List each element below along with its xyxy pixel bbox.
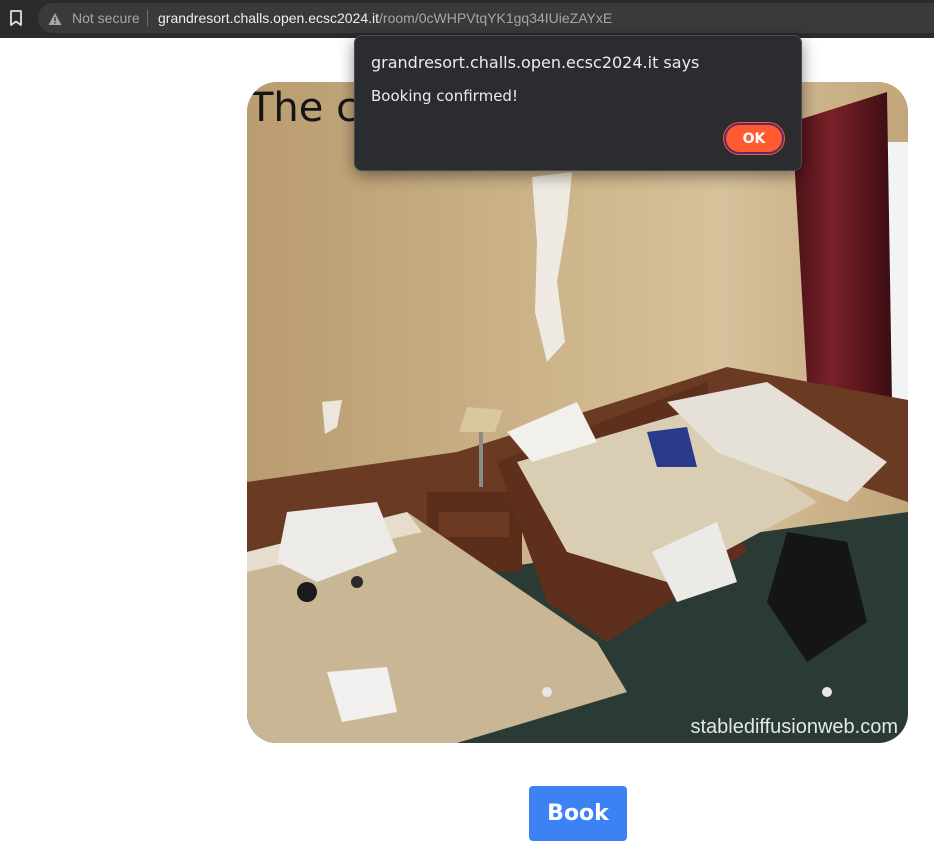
url-host: grandresort.challs.open.ecsc2024.it — [158, 10, 380, 26]
url-path: /room/0cWHPVtqYK1gq34IUieZAYxE — [379, 10, 613, 26]
address-separator — [147, 10, 148, 26]
room-illustration — [247, 82, 908, 743]
dialog-title: grandresort.challs.open.ecsc2024.it says — [371, 53, 700, 72]
dialog-message: Booking confirmed! — [371, 87, 518, 105]
alert-dialog: grandresort.challs.open.ecsc2024.it says… — [354, 35, 802, 171]
book-button[interactable]: Book — [529, 786, 627, 841]
address-bar[interactable]: Not secure grandresort.challs.open.ecsc2… — [38, 3, 934, 33]
ok-button[interactable]: OK — [724, 123, 784, 154]
warning-icon[interactable] — [48, 11, 62, 25]
room-title: The c — [249, 85, 359, 131]
url-text[interactable]: grandresort.challs.open.ecsc2024.it/room… — [158, 10, 612, 26]
bookmark-icon[interactable] — [4, 6, 28, 30]
security-status[interactable]: Not secure — [72, 10, 140, 26]
room-image: The c stablediffusionweb.com — [247, 82, 908, 743]
image-watermark: stablediffusionweb.com — [690, 716, 898, 738]
browser-toolbar: Not secure grandresort.challs.open.ecsc2… — [0, 0, 934, 38]
